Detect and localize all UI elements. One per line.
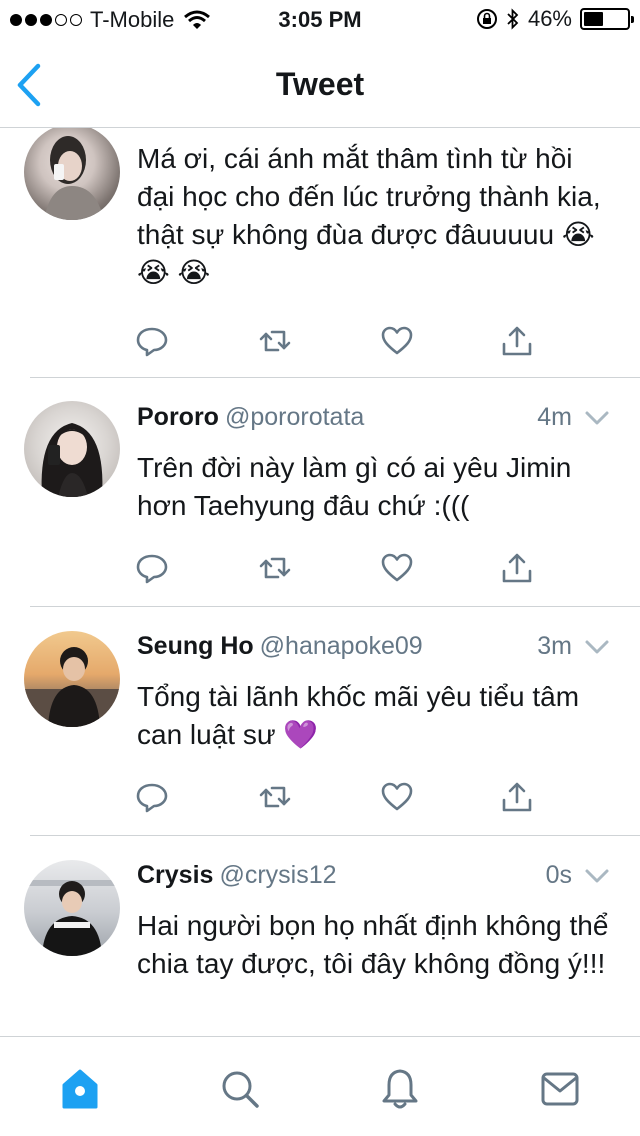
user-handle[interactable]: @hanapoke09	[260, 632, 423, 660]
tweet-header: Seung Ho @hanapoke09 3m	[137, 632, 610, 666]
tweet-item[interactable]: Crysis @crysis12 0s Hai người bọn họ nhất…	[0, 836, 640, 1036]
battery-icon	[580, 8, 634, 30]
navigation-bar: Tweet	[0, 40, 640, 128]
like-icon[interactable]	[380, 551, 414, 585]
tweet-actions	[135, 780, 535, 816]
reply-icon[interactable]	[135, 780, 169, 814]
chevron-down-icon[interactable]	[584, 638, 610, 656]
avatar-image	[24, 647, 120, 727]
messages-icon[interactable]	[540, 1067, 580, 1111]
chevron-down-icon[interactable]	[584, 409, 610, 427]
tweet-timestamp: 4m	[537, 403, 572, 431]
tweet-actions	[135, 324, 535, 360]
tweet-text: Tổng tài lãnh khốc mãi yêu tiểu tâm can …	[137, 681, 580, 750]
avatar[interactable]	[24, 631, 120, 727]
tweet-header: Pororo @pororotata 4m	[137, 403, 610, 437]
bluetooth-icon	[507, 8, 519, 30]
avatar-image	[41, 423, 103, 497]
user-name[interactable]: Crysis	[137, 861, 213, 889]
user-handle[interactable]: @pororotata	[225, 403, 364, 431]
tweet-text: Hai người bọn họ nhất định không thể chi…	[137, 910, 609, 979]
avatar[interactable]	[24, 401, 120, 497]
search-icon[interactable]	[220, 1067, 260, 1111]
tweet-timestamp: 3m	[537, 632, 572, 660]
home-icon[interactable]	[60, 1067, 100, 1111]
status-bar: T-Mobile 3:05 PM 46%	[0, 0, 640, 40]
reply-icon[interactable]	[135, 551, 169, 585]
avatar-image	[24, 880, 120, 956]
reply-icon[interactable]	[135, 324, 169, 358]
user-name[interactable]: Seung Ho	[137, 632, 254, 660]
battery-level	[584, 12, 604, 26]
avatar-image	[44, 136, 104, 220]
tab-bar	[0, 1036, 640, 1136]
tweet-item[interactable]: Seung Ho @hanapoke09 3m Tổng tài lãnh khố…	[0, 607, 640, 836]
like-icon[interactable]	[380, 324, 414, 358]
retweet-icon[interactable]	[258, 551, 292, 585]
tweet-actions	[135, 551, 535, 587]
tweet-timestamp: 0s	[545, 861, 572, 889]
tweet-item[interactable]: Pororo @pororotata 4m Trên đời này làm gì…	[0, 378, 640, 607]
tweet-timeline[interactable]: Má ơi, cái ánh mắt thâm tình từ hồi đại …	[0, 128, 640, 1036]
tweet-text: Má ơi, cái ánh mắt thâm tình từ hồi đại …	[137, 143, 601, 288]
avatar[interactable]	[24, 128, 120, 220]
battery-percentage: 46%	[527, 6, 572, 31]
user-handle[interactable]: @crysis12	[219, 861, 336, 889]
tweet-header: Crysis @crysis12 0s	[137, 861, 610, 895]
chevron-down-icon[interactable]	[584, 867, 610, 885]
share-icon[interactable]	[500, 324, 534, 358]
share-icon[interactable]	[500, 551, 534, 585]
like-icon[interactable]	[380, 780, 414, 814]
orientation-lock-icon	[476, 9, 497, 29]
share-icon[interactable]	[500, 780, 534, 814]
avatar[interactable]	[24, 860, 120, 956]
page-title: Tweet	[275, 66, 365, 102]
tweet-text: Trên đời này làm gì có ai yêu Jimin hơn …	[137, 452, 572, 521]
notifications-icon[interactable]	[380, 1067, 420, 1111]
tweet-item[interactable]: Má ơi, cái ánh mắt thâm tình từ hồi đại …	[0, 128, 640, 378]
user-name[interactable]: Pororo	[137, 403, 219, 431]
retweet-icon[interactable]	[258, 324, 292, 358]
status-right: 46%	[476, 6, 634, 32]
retweet-icon[interactable]	[258, 780, 292, 814]
